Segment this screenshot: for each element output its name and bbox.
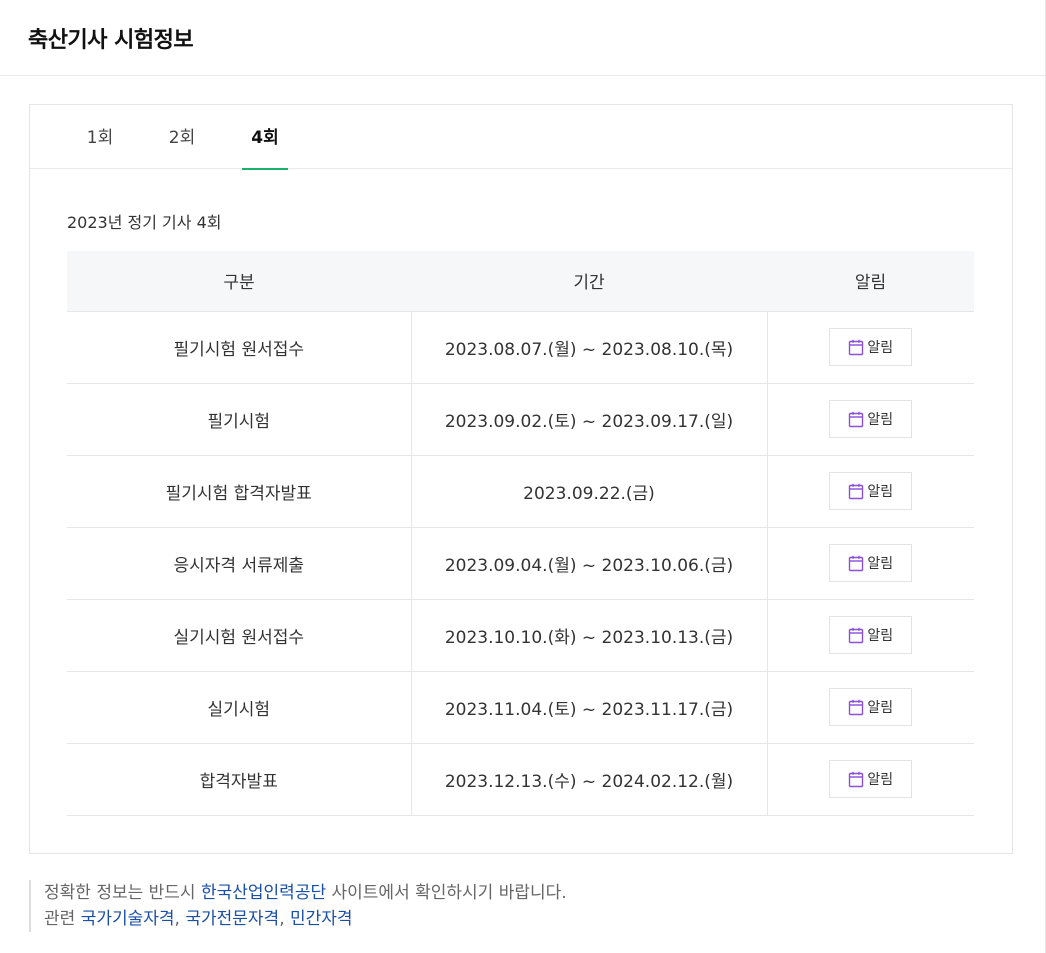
tab-round-2[interactable]: 2회	[164, 105, 200, 169]
row-alarm-cell: 알림	[766, 455, 974, 528]
table-row: 응시자격 서류제출 2023.09.04.(월) ~ 2023.10.06.(금)…	[67, 527, 974, 600]
notice-line-1: 정확한 정보는 반드시 한국산업인력공단 사이트에서 확인하시기 바랍니다.	[44, 880, 567, 906]
page: 축산기사 시험정보 1회 2회 4회 2023년 정기 기사 4회 구분 기간 …	[0, 0, 1046, 953]
row-period: 2023.09.02.(토) ~ 2023.09.17.(일)	[410, 383, 767, 456]
row-alarm-cell: 알림	[766, 311, 974, 384]
notice-text: 사이트에서 확인하시기 바랍니다.	[331, 883, 567, 903]
row-alarm-cell: 알림	[766, 743, 974, 816]
row-period: 2023.09.22.(금)	[410, 455, 767, 528]
row-category: 실기시험	[67, 671, 411, 744]
round-tabs: 1회 2회 4회	[30, 105, 1012, 170]
alarm-label: 알림	[867, 412, 894, 428]
alarm-label: 알림	[867, 772, 894, 788]
alarm-label: 알림	[867, 484, 894, 500]
row-period: 2023.10.10.(화) ~ 2023.10.13.(금)	[410, 599, 767, 672]
row-category: 응시자격 서류제출	[67, 527, 411, 600]
alarm-label: 알림	[867, 628, 894, 644]
row-alarm-cell: 알림	[766, 383, 974, 456]
page-title: 축산기사 시험정보	[28, 28, 194, 53]
row-alarm-cell: 알림	[766, 527, 974, 600]
row-alarm-cell: 알림	[766, 599, 974, 672]
table-row: 실기시험 2023.11.04.(토) ~ 2023.11.17.(금) 알림	[67, 671, 974, 744]
national-professional-qualification-link[interactable]: 국가전문자격	[185, 909, 279, 929]
table-row: 실기시험 원서접수 2023.10.10.(화) ~ 2023.10.13.(금)…	[67, 599, 974, 672]
exam-info-card: 1회 2회 4회 2023년 정기 기사 4회 구분 기간 알림 필기시험 원서…	[29, 104, 1013, 854]
hrdk-link[interactable]: 한국산업인력공단	[201, 883, 326, 903]
alarm-button[interactable]: 알림	[829, 760, 913, 798]
row-alarm-cell: 알림	[766, 671, 974, 744]
row-period: 2023.09.04.(월) ~ 2023.10.06.(금)	[410, 527, 767, 600]
related-label: 관련	[44, 909, 76, 929]
alarm-button[interactable]: 알림	[829, 688, 913, 726]
notice-line-2: 관련 국가기술자격, 국가전문자격, 민간자격	[44, 909, 353, 929]
row-period: 2023.11.04.(토) ~ 2023.11.17.(금)	[410, 671, 767, 744]
alarm-button[interactable]: 알림	[829, 616, 913, 654]
column-header-category: 구분	[67, 251, 411, 312]
notice-text: 정확한 정보는 반드시	[44, 883, 196, 903]
calendar-icon	[848, 411, 864, 428]
calendar-icon	[848, 339, 864, 356]
alarm-button[interactable]: 알림	[829, 544, 913, 582]
alarm-button[interactable]: 알림	[829, 400, 913, 438]
private-qualification-link[interactable]: 민간자격	[290, 909, 353, 929]
alarm-label: 알림	[867, 340, 894, 356]
alarm-label: 알림	[867, 556, 894, 572]
table-header-row: 구분 기간 알림	[67, 251, 974, 312]
schedule-title: 2023년 정기 기사 4회	[67, 213, 222, 232]
row-period: 2023.12.13.(수) ~ 2024.02.12.(월)	[410, 743, 767, 816]
row-category: 필기시험 원서접수	[67, 311, 411, 384]
header: 축산기사 시험정보	[0, 0, 1045, 76]
calendar-icon	[848, 699, 864, 716]
alarm-button[interactable]: 알림	[829, 328, 913, 366]
table-row: 합격자발표 2023.12.13.(수) ~ 2024.02.12.(월) 알림	[67, 743, 974, 816]
calendar-icon	[848, 483, 864, 500]
national-technical-qualification-link[interactable]: 국가기술자격	[81, 909, 175, 929]
column-header-period: 기간	[411, 251, 767, 312]
tab-round-1[interactable]: 1회	[82, 105, 118, 169]
tab-round-4[interactable]: 4회	[242, 105, 288, 170]
row-category: 합격자발표	[67, 743, 411, 816]
row-period: 2023.08.07.(월) ~ 2023.08.10.(목)	[410, 311, 767, 384]
column-header-alarm: 알림	[767, 251, 974, 312]
schedule-table: 구분 기간 알림 필기시험 원서접수 2023.08.07.(월) ~ 2023.…	[67, 251, 974, 816]
row-category: 필기시험 합격자발표	[67, 455, 411, 528]
table-row: 필기시험 합격자발표 2023.09.22.(금) 알림	[67, 455, 974, 528]
notice: 정확한 정보는 반드시 한국산업인력공단 사이트에서 확인하시기 바랍니다. 관…	[29, 880, 567, 932]
calendar-icon	[848, 555, 864, 572]
row-category: 필기시험	[67, 383, 411, 456]
alarm-button[interactable]: 알림	[829, 472, 913, 510]
calendar-icon	[848, 627, 864, 644]
calendar-icon	[848, 771, 864, 788]
alarm-label: 알림	[867, 700, 894, 716]
table-row: 필기시험 2023.09.02.(토) ~ 2023.09.17.(일) 알림	[67, 383, 974, 456]
table-row: 필기시험 원서접수 2023.08.07.(월) ~ 2023.08.10.(목)…	[67, 311, 974, 384]
row-category: 실기시험 원서접수	[67, 599, 411, 672]
